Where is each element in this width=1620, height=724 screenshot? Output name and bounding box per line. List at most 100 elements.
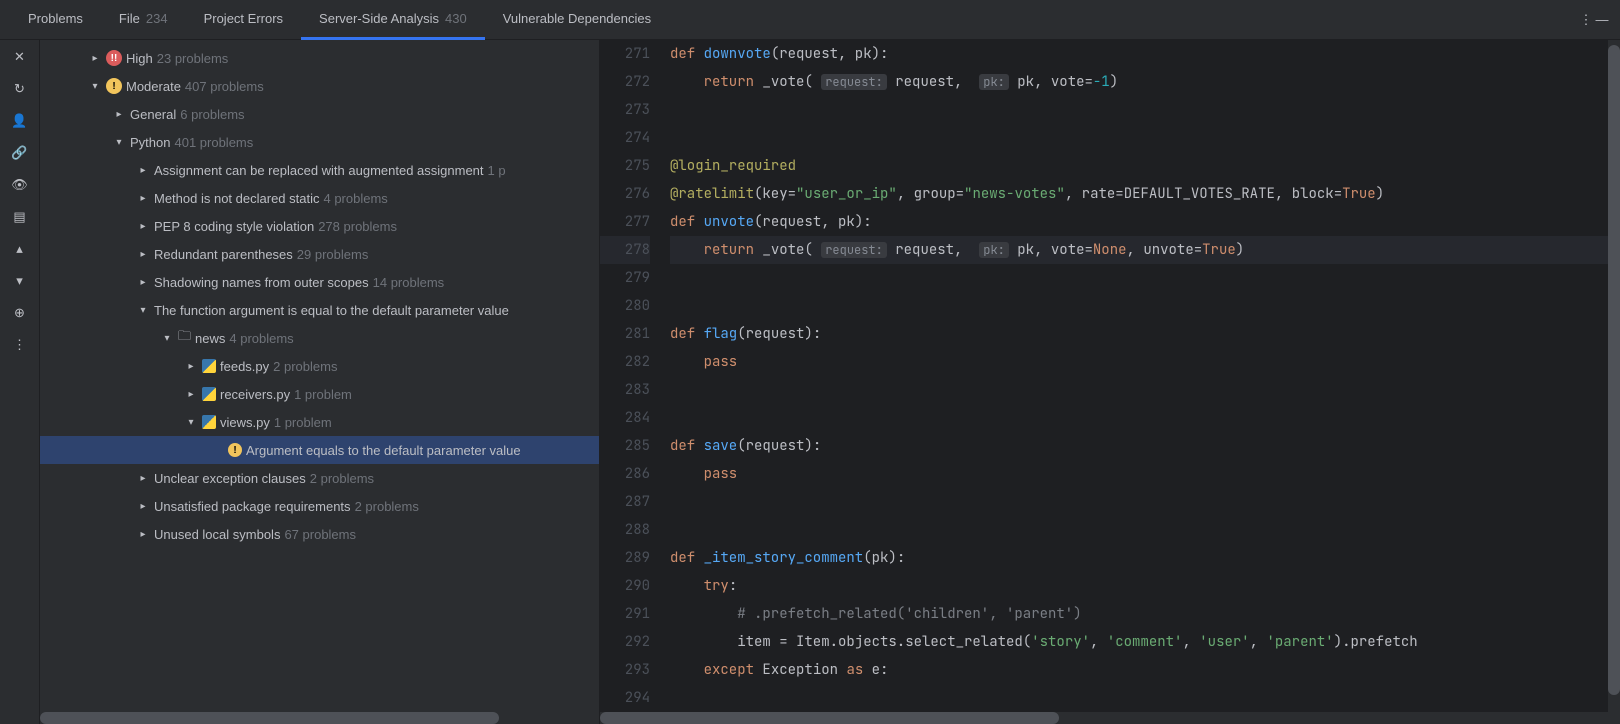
code-line	[670, 376, 1620, 404]
tree-label: views.py	[220, 415, 270, 430]
code-line: def flag(request):	[670, 320, 1620, 348]
file-feeds[interactable]: ▸ feeds.py 2 problems	[40, 352, 599, 380]
line-number: 279	[600, 264, 650, 292]
file-views[interactable]: ▾ views.py 1 problem	[40, 408, 599, 436]
line-number: 284	[600, 404, 650, 432]
inspection-assign[interactable]: ▸Assignment can be replaced with augment…	[40, 156, 599, 184]
code-line: item = Item.objects.select_related('stor…	[670, 628, 1620, 656]
tree-hscroll[interactable]	[40, 712, 600, 724]
code-line	[670, 124, 1620, 152]
file-receivers[interactable]: ▸ receivers.py 1 problem	[40, 380, 599, 408]
tree-count: 29 problems	[297, 247, 369, 262]
chevron-right-icon: ▸	[136, 249, 150, 260]
tab-label: Vulnerable Dependencies	[503, 11, 651, 26]
code-line	[670, 404, 1620, 432]
high-icon: !!	[106, 50, 122, 66]
code-line-highlighted: return _vote( request: request, pk: pk, …	[670, 236, 1620, 264]
inspection-unused[interactable]: ▸Unused local symbols 67 problems	[40, 520, 599, 548]
tab-vulnerable[interactable]: Vulnerable Dependencies	[485, 0, 669, 40]
refresh-icon[interactable]: ↻	[11, 80, 29, 98]
chevron-right-icon: ▸	[136, 529, 150, 540]
tree-count: 278 problems	[318, 219, 397, 234]
problem-argeq[interactable]: ! Argument equals to the default paramet…	[40, 436, 599, 464]
inspection-method[interactable]: ▸Method is not declared static 4 problem…	[40, 184, 599, 212]
tree-count: 4 problems	[229, 331, 293, 346]
editor-hscroll[interactable]	[600, 712, 1620, 724]
folder-news[interactable]: ▾🗀 news 4 problems	[40, 324, 599, 352]
python-file-icon	[202, 359, 216, 373]
link-icon[interactable]: 🔗	[11, 144, 29, 162]
minimize-icon[interactable]: —	[1594, 12, 1610, 28]
line-number: 271	[600, 40, 650, 68]
chevron-right-icon: ▸	[136, 277, 150, 288]
chevron-right-icon: ▸	[136, 165, 150, 176]
tree-count: 1 problem	[294, 387, 352, 402]
inspection-shadow[interactable]: ▸Shadowing names from outer scopes 14 pr…	[40, 268, 599, 296]
tab-file[interactable]: File 234	[101, 0, 186, 40]
user-icon[interactable]: 👤	[11, 112, 29, 130]
tab-project-errors[interactable]: Project Errors	[186, 0, 301, 40]
tree-label: Unclear exception clauses	[154, 471, 306, 486]
globe-icon[interactable]: ⊕	[11, 304, 29, 322]
inspection-unsat[interactable]: ▸Unsatisfied package requirements 2 prob…	[40, 492, 599, 520]
tree-count: 67 problems	[284, 527, 356, 542]
chevron-down-icon: ▾	[160, 333, 174, 344]
severity-moderate[interactable]: ▾! Moderate 407 problems	[40, 72, 599, 100]
inspection-unclear[interactable]: ▸Unclear exception clauses 2 problems	[40, 464, 599, 492]
tab-server-side[interactable]: Server-Side Analysis 430	[301, 0, 485, 40]
book-icon[interactable]: ▤	[11, 208, 29, 226]
chevron-right-icon: ▸	[136, 221, 150, 232]
tree-count: 2 problems	[355, 499, 419, 514]
code-line: pass	[670, 348, 1620, 376]
code-line	[670, 96, 1620, 124]
code-body[interactable]: def downvote(request, pk): return _vote(…	[670, 40, 1620, 712]
tree-count: 1 problem	[274, 415, 332, 430]
category-python[interactable]: ▾Python 401 problems	[40, 128, 599, 156]
tree-label: Method is not declared static	[154, 191, 319, 206]
line-number: 286	[600, 460, 650, 488]
tree-label: General	[130, 107, 176, 122]
line-number: 272	[600, 68, 650, 96]
python-file-icon	[202, 387, 216, 401]
expand-icon[interactable]: ▴	[11, 240, 29, 258]
tab-problems[interactable]: Problems	[10, 0, 101, 40]
inspection-redundant[interactable]: ▸Redundant parentheses 29 problems	[40, 240, 599, 268]
line-number: 281	[600, 320, 650, 348]
code-line: @ratelimit(key="user_or_ip", group="news…	[670, 180, 1620, 208]
code-line	[670, 488, 1620, 516]
line-number: 274	[600, 124, 650, 152]
options-icon[interactable]: ⋮	[11, 336, 29, 354]
line-number: 294	[600, 684, 650, 712]
tree-count: 23 problems	[157, 51, 229, 66]
tree-count: 1 p	[488, 163, 506, 178]
tab-label: Project Errors	[204, 11, 283, 26]
code-line	[670, 516, 1620, 544]
line-number: 283	[600, 376, 650, 404]
tab-count: 430	[445, 11, 467, 26]
line-number: 289	[600, 544, 650, 572]
close-icon[interactable]: ✕	[11, 48, 29, 66]
eye-icon[interactable]: 👁	[11, 176, 29, 194]
collapse-icon[interactable]: ▾	[11, 272, 29, 290]
editor-vscroll[interactable]	[1608, 40, 1620, 724]
tab-count: 234	[146, 11, 168, 26]
code-line: return _vote( request: request, pk: pk, …	[670, 68, 1620, 96]
code-editor[interactable]: 271 272 273 274 275 276 277 278 279 280 …	[600, 40, 1620, 724]
inspection-funcarg[interactable]: ▾The function argument is equal to the d…	[40, 296, 599, 324]
more-icon[interactable]: ⋮	[1578, 12, 1594, 28]
warning-icon: !	[228, 443, 242, 457]
line-number: 275	[600, 152, 650, 180]
folder-icon: 🗀	[178, 327, 191, 349]
tree-count: 2 problems	[273, 359, 337, 374]
category-general[interactable]: ▸General 6 problems	[40, 100, 599, 128]
inspection-pep8[interactable]: ▸PEP 8 coding style violation 278 proble…	[40, 212, 599, 240]
tree-label: Moderate	[126, 79, 181, 94]
line-number: 292	[600, 628, 650, 656]
problems-tree[interactable]: ▸!! High 23 problems ▾! Moderate 407 pro…	[40, 40, 600, 724]
line-number: 282	[600, 348, 650, 376]
code-line: try:	[670, 572, 1620, 600]
chevron-down-icon: ▾	[184, 417, 198, 428]
severity-high[interactable]: ▸!! High 23 problems	[40, 44, 599, 72]
tree-label: The function argument is equal to the de…	[154, 303, 509, 318]
code-line: def unvote(request, pk):	[670, 208, 1620, 236]
